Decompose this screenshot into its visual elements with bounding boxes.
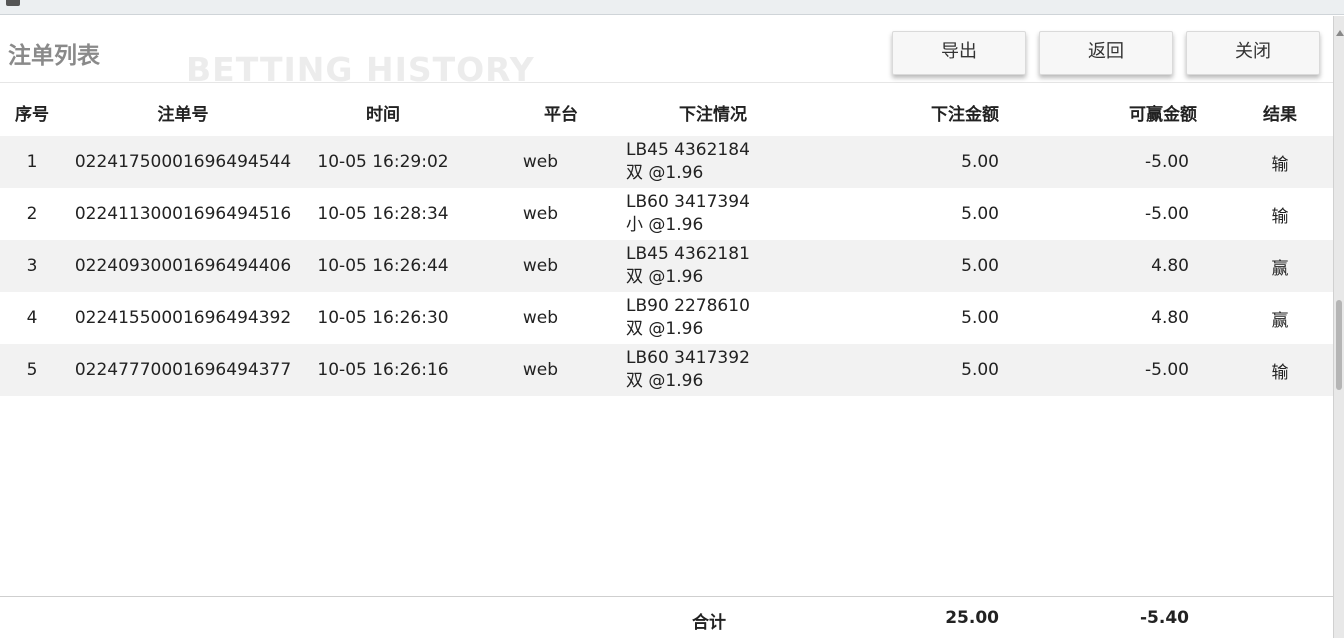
row-detail-line1: LB45 4362181 [626, 244, 750, 264]
row-bet-amount: 5.00 [961, 308, 999, 328]
row-win-amount: -5.00 [1145, 204, 1189, 224]
row-order-no: 02241550001696494392 [74, 308, 292, 328]
bets-table: 序号 注单号 时间 平台 下注情况 下注金额 可赢金额 结果 1 0224175… [0, 88, 1333, 396]
row-platform: web [464, 344, 618, 396]
row-order-no: 02240930001696494406 [64, 240, 302, 292]
table-row: 5 02247770001696494377 10-05 16:26:16 we… [0, 344, 1333, 396]
row-time: 10-05 16:26:44 [302, 240, 464, 292]
row-bet-amount: 5.00 [808, 240, 999, 292]
row-platform: web [522, 204, 558, 224]
total-win-amount: -5.40 [1140, 608, 1189, 628]
row-detail-line2: 小 @1.96 [626, 215, 704, 235]
row-win-amount: 4.80 [999, 240, 1197, 292]
table-row: 4 02241550001696494392 10-05 16:26:30 we… [0, 292, 1333, 344]
row-bet-amount: 5.00 [961, 204, 999, 224]
row-order-no: 02241750001696494544 [64, 136, 302, 188]
row-bet-amount: 5.00 [808, 136, 999, 188]
back-button[interactable]: 返回 [1039, 31, 1173, 75]
row-platform: web [464, 240, 618, 292]
total-label: 合计 [692, 613, 726, 633]
table-row: 1 02241750001696494544 10-05 16:29:02 we… [0, 136, 1333, 188]
export-button[interactable]: 导出 [892, 31, 1026, 75]
dialog-title: 注单列表 [8, 43, 100, 69]
row-detail-line2: 双 @1.96 [626, 319, 704, 339]
row-detail-line1: LB60 3417394 [626, 192, 750, 212]
row-detail-line1: LB90 2278610 [626, 296, 750, 316]
dialog-header: 注单列表 BETTING HISTORY 导出 返回 关闭 [0, 16, 1333, 89]
browser-title-bar [0, 0, 1344, 15]
row-time: 10-05 16:29:02 [302, 136, 464, 188]
row-order-no: 02241130001696494516 [74, 204, 292, 224]
betting-history-dialog: 注单列表 BETTING HISTORY 导出 返回 关闭 序号 注单号 时间 … [0, 16, 1334, 638]
totals-footer: 合计 25.00 -5.40 [0, 602, 1333, 636]
row-result: 赢 [1197, 240, 1333, 292]
window-icon [6, 0, 20, 6]
column-header-time: 时间 [366, 104, 400, 125]
row-detail-line1: LB45 4362184 [626, 140, 750, 160]
column-header-order-no: 注单号 [157, 104, 209, 125]
column-header-detail: 下注情况 [679, 104, 747, 125]
column-header-bet-amount: 下注金额 [931, 104, 999, 125]
row-bet-amount: 5.00 [808, 344, 999, 396]
row-time: 10-05 16:28:34 [317, 204, 449, 224]
row-win-amount: -5.00 [999, 344, 1197, 396]
column-header-result: 结果 [1263, 104, 1297, 125]
column-header-platform: 平台 [544, 104, 578, 125]
row-detail-line2: 双 @1.96 [626, 371, 704, 391]
row-detail-line2: 双 @1.96 [626, 267, 704, 287]
table-row: 3 02240930001696494406 10-05 16:26:44 we… [0, 240, 1333, 292]
row-order-no: 02247770001696494377 [64, 344, 302, 396]
scrollbar-thumb[interactable] [1336, 300, 1342, 390]
row-index: 5 [0, 344, 64, 396]
row-index: 1 [0, 136, 64, 188]
row-platform: web [522, 308, 558, 328]
row-win-amount: -5.00 [999, 136, 1197, 188]
row-result: 赢 [1271, 310, 1289, 331]
row-detail: LB60 3417394 小 @1.96 [618, 188, 808, 240]
row-detail: LB60 3417392 双 @1.96 [618, 344, 808, 396]
row-index: 3 [0, 240, 64, 292]
close-button[interactable]: 关闭 [1186, 31, 1320, 75]
row-time: 10-05 16:26:16 [302, 344, 464, 396]
column-header-index: 序号 [15, 104, 49, 125]
row-index: 4 [26, 308, 38, 328]
column-header-win-amount: 可赢金额 [1129, 104, 1197, 125]
total-bet-amount: 25.00 [945, 608, 999, 628]
footer-divider [0, 596, 1333, 597]
row-result: 输 [1197, 136, 1333, 188]
row-win-amount: 4.80 [1151, 308, 1189, 328]
row-result: 输 [1271, 206, 1289, 227]
row-time: 10-05 16:26:30 [317, 308, 449, 328]
row-result: 输 [1197, 344, 1333, 396]
row-detail: LB90 2278610 双 @1.96 [618, 292, 808, 344]
row-detail-line1: LB60 3417392 [626, 348, 750, 368]
table-row: 2 02241130001696494516 10-05 16:28:34 we… [0, 188, 1333, 240]
row-index: 2 [26, 204, 38, 224]
row-detail-line2: 双 @1.96 [626, 163, 704, 183]
row-detail: LB45 4362181 双 @1.96 [618, 240, 808, 292]
row-detail: LB45 4362184 双 @1.96 [618, 136, 808, 188]
scroll-up-icon[interactable] [1336, 30, 1344, 36]
watermark-text: BETTING HISTORY [186, 50, 535, 89]
row-platform: web [464, 136, 618, 188]
table-header-row: 序号 注单号 时间 平台 下注情况 下注金额 可赢金额 结果 [0, 88, 1333, 136]
